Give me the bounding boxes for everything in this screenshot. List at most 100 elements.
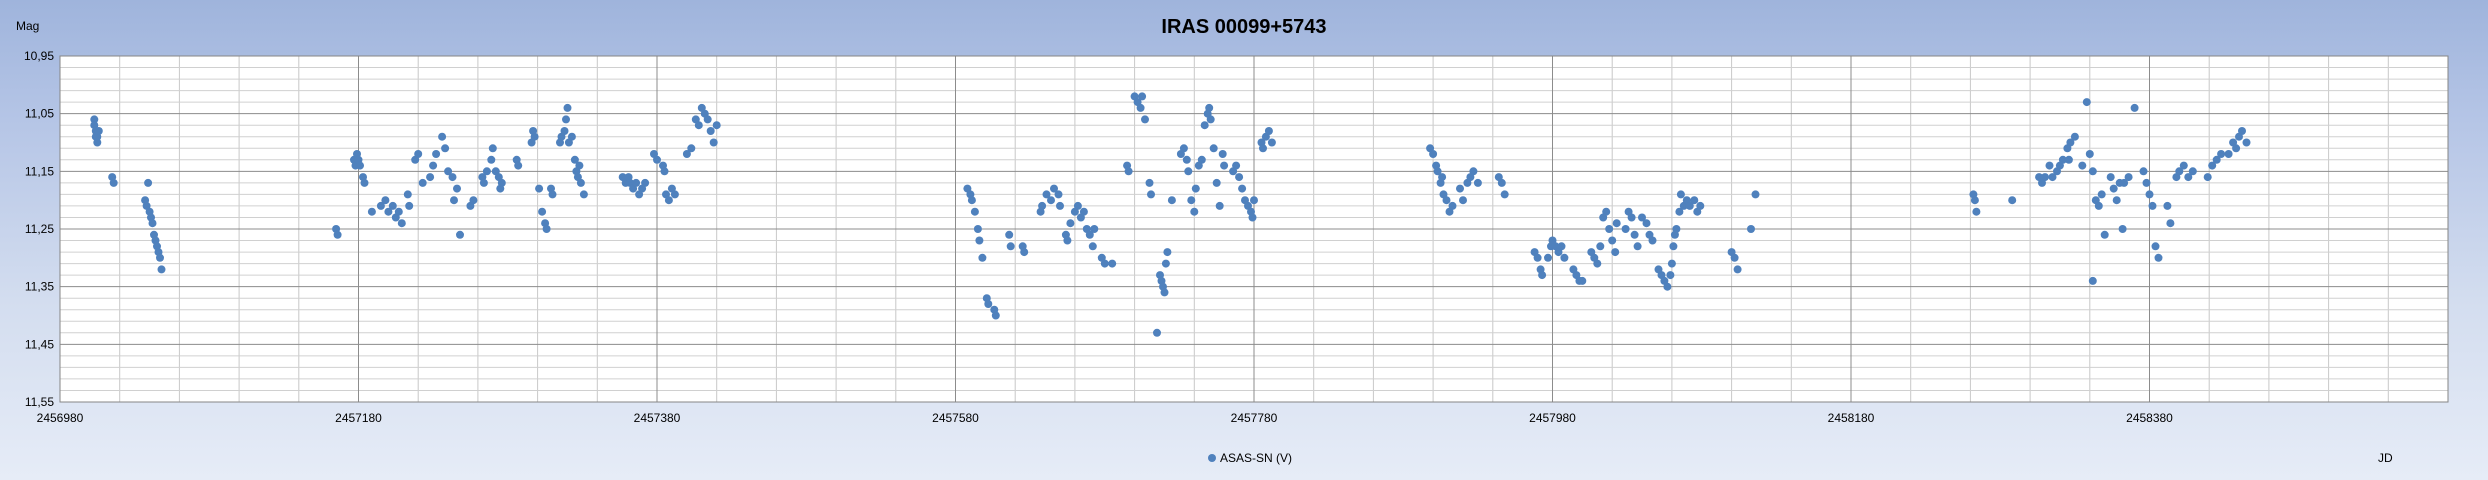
data-point [1676, 190, 1685, 199]
data-point [1200, 121, 1209, 130]
data-point [2179, 161, 2188, 170]
x-axis-label: JD [2378, 451, 2393, 465]
chart-frame: 10,95 11,05 11,15 11,25 11,35 11,45 11,55 2456… [0, 0, 2488, 480]
y-tick-label: 11,45 [25, 337, 54, 351]
data-point [1605, 225, 1614, 233]
data-point [1596, 242, 1605, 251]
data-point [709, 138, 718, 147]
data-point [148, 219, 157, 228]
data-point [641, 178, 650, 187]
x-tick-label: 2458180 [1828, 411, 1875, 425]
data-point [469, 196, 478, 205]
data-point [1456, 184, 1464, 193]
data-point [405, 201, 414, 210]
data-point [632, 178, 641, 187]
data-point [1497, 178, 1506, 187]
x-tick-labels: 2456980 2457180 2457380 2457580 2457780 24579… [37, 411, 2174, 425]
data-point [575, 161, 584, 170]
data-point [973, 225, 982, 233]
data-point [1047, 196, 1055, 205]
x-tick-label: 2457780 [1231, 411, 1278, 425]
data-point [2097, 190, 2106, 199]
data-point [356, 161, 364, 170]
data-point [2118, 225, 2127, 233]
y-tick-label: 11,25 [25, 222, 54, 236]
data-point [579, 190, 588, 199]
data-point [1751, 190, 1760, 199]
x-tick-label: 2458380 [2126, 411, 2173, 425]
data-point [1138, 92, 1147, 101]
data-point [1611, 248, 1620, 257]
data-point [1153, 328, 1161, 337]
data-point [1006, 242, 1015, 251]
data-point [1167, 196, 1176, 205]
data-point [1141, 115, 1149, 124]
data-point [2045, 161, 2054, 170]
data-point [2163, 201, 2172, 210]
data-point [567, 132, 576, 141]
data-point [2088, 167, 2097, 176]
data-point [2109, 184, 2118, 193]
data-point [2142, 178, 2151, 187]
data-point [2094, 201, 2103, 210]
data-point [1602, 207, 1611, 216]
data-point [157, 265, 166, 274]
data-point [397, 219, 406, 228]
data-point [1259, 144, 1267, 153]
x-tick-label: 2457380 [634, 411, 681, 425]
data-point [426, 173, 435, 182]
data-point [1079, 207, 1088, 216]
y-axis-label: Mag [16, 19, 39, 33]
data-point [2106, 173, 2115, 182]
data-point [438, 132, 447, 141]
data-point [1056, 201, 1064, 210]
data-point [2078, 161, 2087, 170]
data-point [479, 178, 488, 187]
data-point [1212, 178, 1221, 187]
data-point [2112, 196, 2121, 205]
data-point [144, 178, 153, 187]
data-point [576, 178, 585, 187]
data-point [1073, 201, 1082, 210]
chart: 10,95 11,05 11,15 11,25 11,35 11,45 11,55 2456… [16, 16, 2449, 465]
y-tick-label: 11,15 [25, 164, 54, 178]
data-point [978, 253, 987, 262]
y-tick-labels: 10,95 11,05 11,15 11,25 11,35 11,45 11,55 [24, 49, 54, 409]
data-point [970, 207, 979, 216]
data-point [1666, 271, 1675, 280]
data-point [429, 161, 438, 170]
data-point [1088, 242, 1097, 251]
data-point [967, 196, 976, 205]
data-point [1621, 225, 1630, 233]
data-point [2232, 144, 2241, 153]
data-point [2041, 173, 2049, 182]
data-point [1733, 265, 1742, 274]
data-point [1209, 144, 1218, 153]
data-point [2217, 150, 2226, 158]
data-point [1429, 150, 1438, 158]
data-point [514, 161, 523, 170]
data-point [1672, 225, 1681, 233]
data-point [2085, 150, 2094, 158]
data-point [94, 127, 103, 135]
data-point [1696, 201, 1705, 210]
data-point [360, 178, 369, 187]
data-point [542, 225, 551, 233]
data-point [1124, 167, 1133, 176]
data-point [453, 184, 461, 193]
data-point [1160, 288, 1169, 297]
data-point [687, 144, 696, 153]
data-point [1264, 127, 1273, 135]
data-point [984, 300, 993, 308]
data-point [1747, 225, 1755, 233]
data-point [1020, 248, 1029, 257]
data-point [1633, 242, 1642, 251]
data-point [535, 184, 544, 193]
data-point [414, 150, 423, 158]
data-point [1054, 190, 1063, 199]
data-point [1533, 253, 1542, 262]
data-point [1232, 161, 1241, 170]
data-point [1560, 253, 1569, 262]
data-point [991, 311, 1000, 320]
data-point [1500, 190, 1509, 199]
